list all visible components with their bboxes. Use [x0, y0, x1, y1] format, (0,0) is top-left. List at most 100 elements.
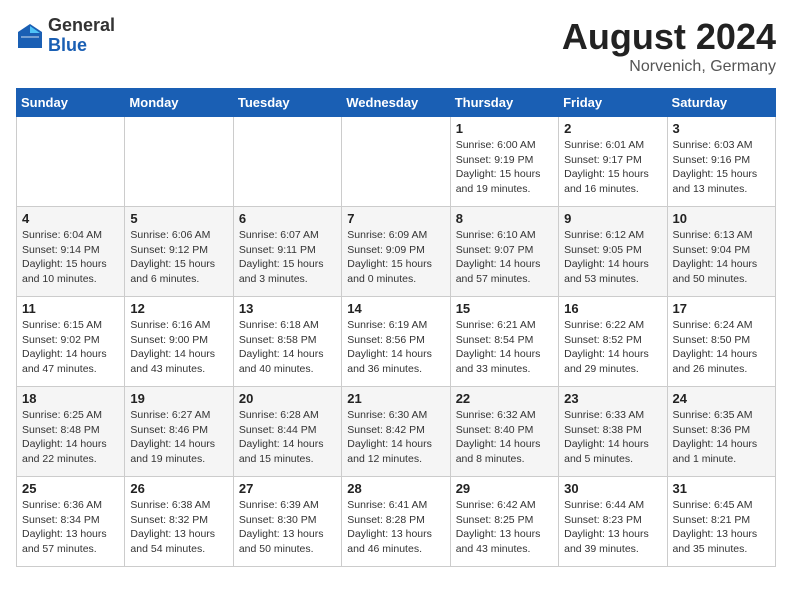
day-number: 14 [347, 301, 444, 316]
calendar-week-3: 18 Sunrise: 6:25 AM Sunset: 8:48 PM Dayli… [17, 387, 776, 477]
calendar-cell: 2Sunrise: 6:01 AM Sunset: 9:17 PM Daylig… [559, 117, 667, 207]
calendar-cell: 15Sunrise: 6:21 AM Sunset: 8:54 PM Dayli… [450, 297, 558, 387]
day-number: 3 [673, 121, 770, 136]
calendar-cell: 1Sunrise: 6:00 AM Sunset: 9:19 PM Daylig… [450, 117, 558, 207]
cell-text: Sunrise: 6:30 AM Sunset: 8:42 PM Dayligh… [347, 408, 444, 467]
header-day-monday: Monday [125, 89, 233, 117]
logo-text: General Blue [48, 16, 115, 56]
calendar-week-2: 11Sunrise: 6:15 AM Sunset: 9:02 PM Dayli… [17, 297, 776, 387]
day-number: 29 [456, 481, 553, 496]
day-number: 22 [456, 391, 553, 406]
logo-blue-text: Blue [48, 36, 115, 56]
cell-text: Sunrise: 6:18 AM Sunset: 8:58 PM Dayligh… [239, 318, 336, 377]
calendar-cell: 29 Sunrise: 6:42 AM Sunset: 8:25 PM Dayli… [450, 477, 558, 567]
day-number: 12 [130, 301, 227, 316]
calendar-cell: 7 Sunrise: 6:09 AM Sunset: 9:09 PM Daylig… [342, 207, 450, 297]
cell-text: Sunrise: 6:36 AM Sunset: 8:34 PM Dayligh… [22, 498, 119, 557]
header-day-saturday: Saturday [667, 89, 775, 117]
calendar-cell: 6Sunrise: 6:07 AM Sunset: 9:11 PM Daylig… [233, 207, 341, 297]
header-day-friday: Friday [559, 89, 667, 117]
calendar-cell: 4Sunrise: 6:04 AM Sunset: 9:14 PM Daylig… [17, 207, 125, 297]
calendar-cell: 27Sunrise: 6:39 AM Sunset: 8:30 PM Dayli… [233, 477, 341, 567]
calendar-week-0: 1Sunrise: 6:00 AM Sunset: 9:19 PM Daylig… [17, 117, 776, 207]
calendar-cell [125, 117, 233, 207]
day-number: 19 [130, 391, 227, 406]
day-number: 30 [564, 481, 661, 496]
day-number: 16 [564, 301, 661, 316]
cell-text: Sunrise: 6:39 AM Sunset: 8:30 PM Dayligh… [239, 498, 336, 557]
calendar-cell: 26 Sunrise: 6:38 AM Sunset: 8:32 PM Dayli… [125, 477, 233, 567]
day-number: 5 [130, 211, 227, 226]
calendar-header: SundayMondayTuesdayWednesdayThursdayFrid… [17, 89, 776, 117]
calendar-cell: 24 Sunrise: 6:35 AM Sunset: 8:36 PM Dayli… [667, 387, 775, 477]
cell-text: Sunrise: 6:19 AM Sunset: 8:56 PM Dayligh… [347, 318, 444, 377]
cell-text: Sunrise: 6:21 AM Sunset: 8:54 PM Dayligh… [456, 318, 553, 377]
day-number: 18 [22, 391, 119, 406]
day-number: 24 [673, 391, 770, 406]
cell-text: Sunrise: 6:41 AM Sunset: 8:28 PM Dayligh… [347, 498, 444, 557]
day-number: 4 [22, 211, 119, 226]
calendar-cell: 9Sunrise: 6:12 AM Sunset: 9:05 PM Daylig… [559, 207, 667, 297]
cell-text: Sunrise: 6:38 AM Sunset: 8:32 PM Dayligh… [130, 498, 227, 557]
day-number: 21 [347, 391, 444, 406]
calendar-cell [342, 117, 450, 207]
header-row: SundayMondayTuesdayWednesdayThursdayFrid… [17, 89, 776, 117]
calendar-title: August 2024 [562, 16, 776, 58]
cell-text: Sunrise: 6:28 AM Sunset: 8:44 PM Dayligh… [239, 408, 336, 467]
day-number: 20 [239, 391, 336, 406]
calendar-cell: 31Sunrise: 6:45 AM Sunset: 8:21 PM Dayli… [667, 477, 775, 567]
day-number: 31 [673, 481, 770, 496]
calendar-cell: 17Sunrise: 6:24 AM Sunset: 8:50 PM Dayli… [667, 297, 775, 387]
calendar-cell: 28Sunrise: 6:41 AM Sunset: 8:28 PM Dayli… [342, 477, 450, 567]
cell-text: Sunrise: 6:35 AM Sunset: 8:36 PM Dayligh… [673, 408, 770, 467]
cell-text: Sunrise: 6:12 AM Sunset: 9:05 PM Dayligh… [564, 228, 661, 287]
calendar-cell: 18 Sunrise: 6:25 AM Sunset: 8:48 PM Dayli… [17, 387, 125, 477]
page-header: General Blue August 2024 Norvenich, Germ… [16, 16, 776, 76]
calendar-cell: 13 Sunrise: 6:18 AM Sunset: 8:58 PM Dayli… [233, 297, 341, 387]
cell-text: Sunrise: 6:03 AM Sunset: 9:16 PM Dayligh… [673, 138, 770, 197]
day-number: 13 [239, 301, 336, 316]
calendar-week-4: 25 Sunrise: 6:36 AM Sunset: 8:34 PM Dayli… [17, 477, 776, 567]
cell-text: Sunrise: 6:10 AM Sunset: 9:07 PM Dayligh… [456, 228, 553, 287]
day-number: 23 [564, 391, 661, 406]
title-block: August 2024 Norvenich, Germany [562, 16, 776, 76]
calendar-cell: 22 Sunrise: 6:32 AM Sunset: 8:40 PM Dayli… [450, 387, 558, 477]
calendar-cell [233, 117, 341, 207]
calendar-table: SundayMondayTuesdayWednesdayThursdayFrid… [16, 88, 776, 567]
calendar-cell: 5 Sunrise: 6:06 AM Sunset: 9:12 PM Daylig… [125, 207, 233, 297]
header-day-tuesday: Tuesday [233, 89, 341, 117]
cell-text: Sunrise: 6:25 AM Sunset: 8:48 PM Dayligh… [22, 408, 119, 467]
cell-text: Sunrise: 6:13 AM Sunset: 9:04 PM Dayligh… [673, 228, 770, 287]
cell-text: Sunrise: 6:15 AM Sunset: 9:02 PM Dayligh… [22, 318, 119, 377]
cell-text: Sunrise: 6:01 AM Sunset: 9:17 PM Dayligh… [564, 138, 661, 197]
header-day-thursday: Thursday [450, 89, 558, 117]
cell-text: Sunrise: 6:42 AM Sunset: 8:25 PM Dayligh… [456, 498, 553, 557]
cell-text: Sunrise: 6:44 AM Sunset: 8:23 PM Dayligh… [564, 498, 661, 557]
cell-text: Sunrise: 6:06 AM Sunset: 9:12 PM Dayligh… [130, 228, 227, 287]
cell-text: Sunrise: 6:09 AM Sunset: 9:09 PM Dayligh… [347, 228, 444, 287]
cell-text: Sunrise: 6:24 AM Sunset: 8:50 PM Dayligh… [673, 318, 770, 377]
calendar-cell: 30 Sunrise: 6:44 AM Sunset: 8:23 PM Dayli… [559, 477, 667, 567]
calendar-cell: 25 Sunrise: 6:36 AM Sunset: 8:34 PM Dayli… [17, 477, 125, 567]
calendar-week-1: 4Sunrise: 6:04 AM Sunset: 9:14 PM Daylig… [17, 207, 776, 297]
day-number: 10 [673, 211, 770, 226]
day-number: 26 [130, 481, 227, 496]
day-number: 8 [456, 211, 553, 226]
cell-text: Sunrise: 6:27 AM Sunset: 8:46 PM Dayligh… [130, 408, 227, 467]
calendar-cell: 16Sunrise: 6:22 AM Sunset: 8:52 PM Dayli… [559, 297, 667, 387]
calendar-cell: 23 Sunrise: 6:33 AM Sunset: 8:38 PM Dayli… [559, 387, 667, 477]
calendar-cell: 3 Sunrise: 6:03 AM Sunset: 9:16 PM Daylig… [667, 117, 775, 207]
cell-text: Sunrise: 6:33 AM Sunset: 8:38 PM Dayligh… [564, 408, 661, 467]
cell-text: Sunrise: 6:32 AM Sunset: 8:40 PM Dayligh… [456, 408, 553, 467]
calendar-cell: 12Sunrise: 6:16 AM Sunset: 9:00 PM Dayli… [125, 297, 233, 387]
calendar-cell: 11Sunrise: 6:15 AM Sunset: 9:02 PM Dayli… [17, 297, 125, 387]
calendar-cell: 19 Sunrise: 6:27 AM Sunset: 8:46 PM Dayli… [125, 387, 233, 477]
logo-general-text: General [48, 16, 115, 36]
header-day-wednesday: Wednesday [342, 89, 450, 117]
calendar-location: Norvenich, Germany [562, 58, 776, 76]
day-number: 7 [347, 211, 444, 226]
header-day-sunday: Sunday [17, 89, 125, 117]
cell-text: Sunrise: 6:00 AM Sunset: 9:19 PM Dayligh… [456, 138, 553, 197]
day-number: 25 [22, 481, 119, 496]
calendar-cell [17, 117, 125, 207]
